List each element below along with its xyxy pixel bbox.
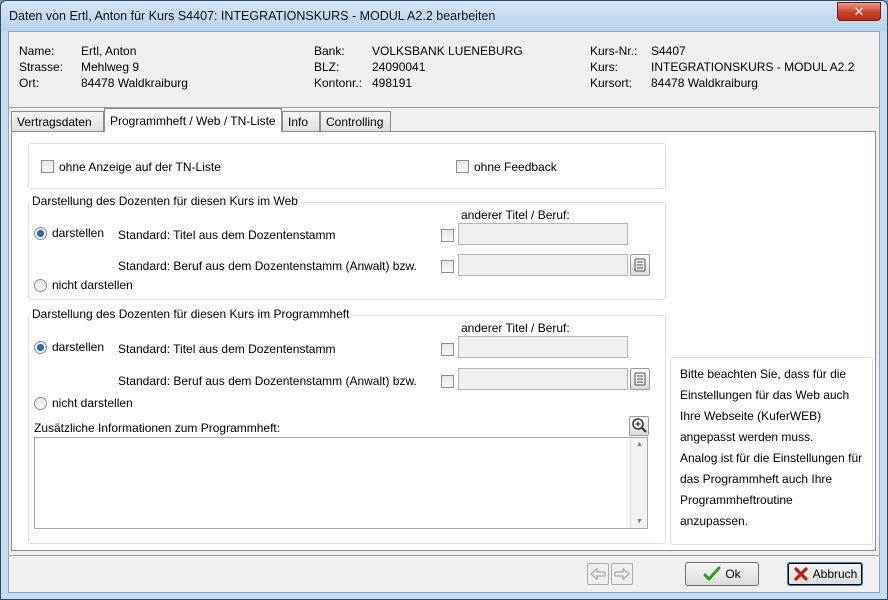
no-feedback-label: ohne Feedback bbox=[474, 160, 557, 174]
web-title-input[interactable] bbox=[458, 223, 628, 245]
program-std-job-label: Standard: Beruf aus dem Dozentenstamm (A… bbox=[118, 374, 417, 388]
street-label: Strasse: bbox=[19, 60, 64, 74]
course-location-value: 84478 Waldkraiburg bbox=[651, 76, 758, 90]
tab-vertragsdaten[interactable]: Vertragsdaten bbox=[11, 111, 104, 131]
program-show-radio[interactable] bbox=[34, 341, 47, 354]
course-number-label: Kurs-Nr.: bbox=[590, 44, 638, 58]
previous-button[interactable] bbox=[587, 563, 609, 585]
program-job-input[interactable] bbox=[458, 368, 628, 390]
dialog-window: Daten von Ertl, Anton für Kurs S4407: IN… bbox=[0, 0, 888, 600]
tab-panel-programmheft: ohne Anzeige auf der TN-Liste ohne Feedb… bbox=[11, 131, 876, 551]
hint-line: das Programmheft auch Ihre bbox=[680, 472, 833, 486]
web-job-picker-button[interactable] bbox=[630, 254, 650, 276]
web-group-title: Darstellung des Dozenten für diesen Kurs… bbox=[30, 194, 300, 208]
no-feedback-checkbox[interactable] bbox=[456, 160, 469, 173]
arrow-right-icon bbox=[614, 567, 630, 581]
ok-label: Ok bbox=[725, 567, 741, 581]
zoom-in-icon bbox=[632, 418, 647, 433]
web-hide-radio[interactable] bbox=[34, 279, 47, 292]
web-std-title-label: Standard: Titel aus dem Dozentenstamm bbox=[118, 228, 336, 242]
program-group-title: Darstellung des Dozenten für diesen Kurs… bbox=[30, 307, 352, 321]
tab-controlling[interactable]: Controlling bbox=[320, 111, 391, 131]
blz-label: BLZ: bbox=[314, 60, 340, 74]
web-job-checkbox[interactable] bbox=[441, 260, 454, 273]
web-show-label: darstellen bbox=[52, 226, 105, 240]
scroll-up-icon[interactable]: ▲ bbox=[636, 441, 643, 448]
zoom-button[interactable] bbox=[629, 416, 649, 436]
scroll-down-icon[interactable]: ▼ bbox=[636, 518, 643, 525]
cancel-label: Abbruch bbox=[812, 567, 858, 581]
course-value: INTEGRATIONSKURS - MODUL A2.2 bbox=[651, 60, 855, 74]
ok-button[interactable]: Ok bbox=[685, 562, 759, 586]
web-title-checkbox[interactable] bbox=[441, 229, 454, 242]
close-button[interactable]: ✕ bbox=[837, 2, 881, 21]
close-icon: ✕ bbox=[853, 4, 865, 19]
next-button[interactable] bbox=[611, 563, 633, 585]
account-label: Kontonr.: bbox=[314, 76, 363, 90]
name-value: Ertl, Anton bbox=[81, 44, 137, 58]
dialog-client: Name: Ertl, Anton Strasse: Mehlweg 9 Ort… bbox=[8, 31, 880, 593]
cancel-button[interactable]: Abbruch bbox=[787, 562, 863, 586]
hint-line: angepasst werden muss. bbox=[680, 430, 814, 444]
arrow-left-icon bbox=[590, 567, 606, 581]
program-std-title-label: Standard: Titel aus dem Dozentenstamm bbox=[118, 342, 336, 356]
title-bar[interactable]: Daten von Ertl, Anton für Kurs S4407: IN… bbox=[1, 1, 887, 31]
hand-pointer-icon bbox=[634, 372, 646, 386]
web-show-radio[interactable] bbox=[34, 227, 47, 240]
city-value: 84478 Waldkraiburg bbox=[81, 76, 188, 90]
program-job-checkbox[interactable] bbox=[441, 375, 454, 388]
cancel-x-icon bbox=[794, 567, 808, 581]
program-hide-radio[interactable] bbox=[34, 397, 47, 410]
hint-line: Programmheftroutine anzupassen. bbox=[680, 493, 793, 528]
city-label: Ort: bbox=[19, 76, 39, 90]
program-show-label: darstellen bbox=[52, 340, 105, 354]
program-other-title-label: anderer Titel / Beruf: bbox=[461, 321, 570, 335]
no-tn-list-checkbox[interactable] bbox=[41, 160, 54, 173]
extra-info-textarea[interactable]: ▲ ▼ bbox=[34, 437, 648, 529]
web-job-input[interactable] bbox=[458, 254, 628, 276]
checkmark-icon bbox=[703, 566, 721, 581]
name-label: Name: bbox=[19, 44, 55, 58]
course-location-label: Kursort: bbox=[590, 76, 633, 90]
program-job-picker-button[interactable] bbox=[630, 368, 650, 390]
no-tn-list-label: ohne Anzeige auf der TN-Liste bbox=[59, 160, 221, 174]
extra-info-scrollbar[interactable]: ▲ ▼ bbox=[630, 438, 647, 528]
program-title-input[interactable] bbox=[458, 336, 628, 358]
web-hint-box: Bitte beachten Sie, dass für die Einstel… bbox=[670, 357, 873, 545]
hint-line: Bitte beachten Sie, dass für die bbox=[680, 367, 847, 381]
bank-label: Bank: bbox=[314, 44, 345, 58]
options-group: ohne Anzeige auf der TN-Liste ohne Feedb… bbox=[28, 143, 666, 189]
street-value: Mehlweg 9 bbox=[81, 60, 140, 74]
footer-divider bbox=[9, 555, 879, 557]
course-number-value: S4407 bbox=[651, 44, 686, 58]
web-std-job-label: Standard: Beruf aus dem Dozentenstamm (A… bbox=[118, 259, 417, 273]
extra-info-label: Zusätzliche Informationen zum Programmhe… bbox=[34, 421, 281, 435]
web-other-title-label: anderer Titel / Beruf: bbox=[461, 208, 570, 222]
program-hide-label: nicht darstellen bbox=[52, 396, 133, 410]
course-label: Kurs: bbox=[590, 60, 619, 74]
hint-line: Einstellungen für das Web auch bbox=[680, 388, 850, 402]
hint-line: Ihre Webseite (KuferWEB) bbox=[680, 409, 822, 423]
hint-line: Analog ist für die Einstellungen für bbox=[680, 451, 863, 465]
program-title-checkbox[interactable] bbox=[441, 343, 454, 356]
account-value: 498191 bbox=[372, 76, 413, 90]
hand-pointer-icon bbox=[634, 258, 646, 272]
web-hide-label: nicht darstellen bbox=[52, 278, 133, 292]
blz-value: 24090041 bbox=[372, 60, 426, 74]
window-title: Daten von Ertl, Anton für Kurs S4407: IN… bbox=[9, 9, 496, 23]
tab-programmheft-web-tn-liste[interactable]: Programmheft / Web / TN-Liste bbox=[104, 108, 282, 132]
tab-info[interactable]: Info bbox=[282, 111, 320, 131]
bank-value: VOLKSBANK LUENEBURG bbox=[372, 44, 523, 58]
